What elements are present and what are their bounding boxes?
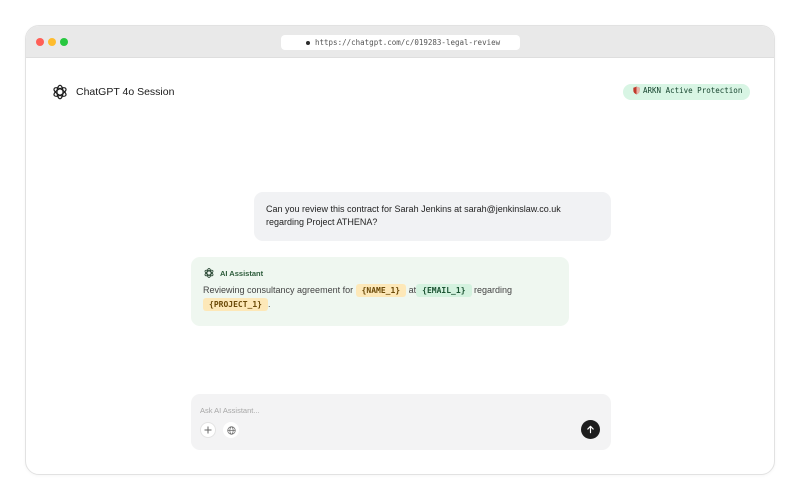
assistant-text-part: regarding	[474, 285, 513, 295]
attach-button[interactable]	[200, 422, 216, 438]
assistant-text-part: Reviewing consultancy agreement for	[203, 285, 354, 295]
openai-logo-icon	[53, 84, 67, 100]
assistant-text-part: at	[408, 285, 417, 295]
user-message: Can you review this contract for Sarah J…	[254, 192, 611, 241]
url-text: https://chatgpt.com/c/019283-legal-revie…	[315, 38, 501, 47]
message-composer	[191, 394, 611, 450]
protection-badge-label: ARKN Active Protection	[643, 86, 743, 95]
arrow-up-icon	[587, 425, 594, 434]
close-window-button[interactable]	[36, 38, 44, 46]
assistant-label: AI Assistant	[220, 268, 264, 278]
assistant-header: AI Assistant	[203, 267, 557, 279]
redacted-email-token: {EMAIL_1}	[416, 284, 472, 297]
session-header: ChatGPT 4o Session	[51, 83, 174, 101]
maximize-window-button[interactable]	[60, 38, 68, 46]
message-input[interactable]	[200, 403, 500, 417]
plus-icon	[204, 426, 212, 434]
browser-titlebar: https://chatgpt.com/c/019283-legal-revie…	[26, 26, 774, 58]
assistant-text-part: .	[267, 299, 271, 309]
redacted-project-token: {PROJECT_1}	[203, 298, 268, 311]
user-message-text: Can you review this contract for Sarah J…	[266, 204, 561, 227]
shield-icon	[633, 86, 640, 95]
browser-window: https://chatgpt.com/c/019283-legal-revie…	[25, 25, 775, 475]
globe-icon	[226, 425, 236, 435]
redacted-name-token: {NAME_1}	[355, 284, 407, 297]
openai-logo-icon	[204, 268, 214, 278]
assistant-message-text: Reviewing consultancy agreement for {NAM…	[203, 283, 557, 311]
minimize-window-button[interactable]	[48, 38, 56, 46]
protection-badge: ARKN Active Protection	[623, 84, 750, 100]
send-button[interactable]	[581, 420, 600, 439]
assistant-message: AI Assistant Reviewing consultancy agree…	[191, 257, 569, 326]
secure-indicator-icon	[306, 40, 310, 45]
web-search-button[interactable]	[223, 422, 239, 438]
session-title: ChatGPT 4o Session	[76, 86, 175, 98]
address-bar[interactable]: https://chatgpt.com/c/019283-legal-revie…	[281, 35, 520, 50]
